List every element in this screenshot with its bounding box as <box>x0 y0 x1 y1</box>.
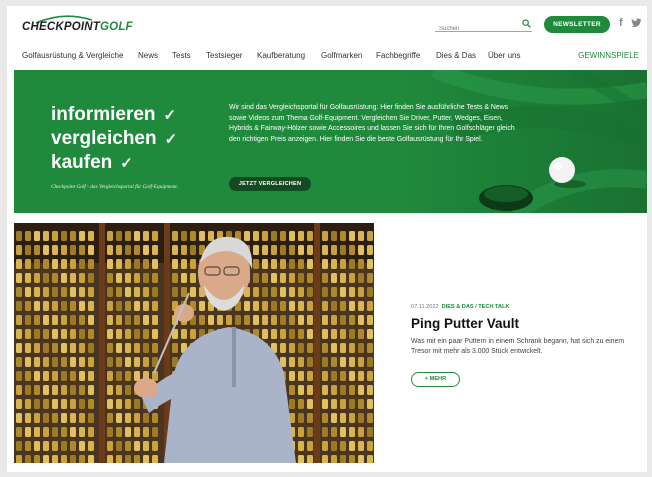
more-button[interactable]: + MEHR <box>411 372 460 387</box>
nav-item-ueber-uns[interactable]: Über uns <box>488 51 520 60</box>
hero-word-informieren: informieren ✓ <box>51 104 177 125</box>
logo-text: CHECKPOINTGOLF <box>22 21 133 33</box>
site-header: CHECKPOINTGOLF NEWSLETTER f <box>7 6 647 40</box>
search-input[interactable] <box>435 23 519 35</box>
article-category[interactable]: DIES & DAS / TECH TALK <box>442 304 510 310</box>
compare-now-button[interactable]: JETZT VERGLEICHEN <box>229 177 311 191</box>
nav-item-fachbegriffe[interactable]: Fachbegriffe <box>376 51 420 60</box>
nav-item-kaufberatung[interactable]: Kaufberatung <box>257 51 305 60</box>
check-icon: ✓ <box>163 107 177 124</box>
page: CHECKPOINTGOLF NEWSLETTER f Golfausrüstu… <box>7 6 647 472</box>
nav-item-news[interactable]: News <box>138 51 158 60</box>
nav-item-golfmarken[interactable]: Golfmarken <box>321 51 362 60</box>
golf-ball-icon <box>549 157 575 183</box>
hero-description: Wir sind das Vergleichsportal für Golfau… <box>229 104 515 143</box>
search-box <box>435 17 532 35</box>
hero-tagline: Checkpoint Golf - das Vergleichsportal f… <box>51 184 179 190</box>
article-image[interactable] <box>14 223 374 463</box>
nav-item-gewinnspiele[interactable]: GEWINNSPIELE <box>578 51 639 60</box>
main-navigation: Golfausrüstung & Vergleiche News Tests T… <box>7 42 647 70</box>
nav-item-golfausruestung[interactable]: Golfausrüstung & Vergleiche <box>22 51 123 60</box>
check-icon: ✓ <box>164 131 178 148</box>
hero-word-vergleichen: vergleichen ✓ <box>51 128 178 149</box>
putter-vault-photo <box>14 223 374 463</box>
site-logo[interactable]: CHECKPOINTGOLF <box>22 14 133 36</box>
hero-word-kaufen: kaufen ✓ <box>51 152 133 173</box>
nav-item-tests[interactable]: Tests <box>172 51 191 60</box>
newsletter-button[interactable]: NEWSLETTER <box>544 16 610 33</box>
check-icon: ✓ <box>120 155 133 172</box>
article-date: 07.11.2022 <box>411 304 439 310</box>
hero-banner: informieren ✓ vergleichen ✓ kaufen ✓ Checkp… <box>14 70 647 213</box>
featured-article: 07.11.2022 DIES & DAS / TECH TALK Ping Pu… <box>411 304 643 357</box>
nav-item-dies-das[interactable]: Dies & Das <box>436 51 476 60</box>
search-icon[interactable] <box>522 19 531 28</box>
nav-item-testsieger[interactable]: Testsieger <box>206 51 242 60</box>
article-teaser: Was mit ein paar Puttern in einem Schran… <box>411 338 625 355</box>
article-title[interactable]: Ping Putter Vault <box>411 316 643 331</box>
article-meta: 07.11.2022 DIES & DAS / TECH TALK <box>411 304 643 310</box>
twitter-icon[interactable] <box>631 18 642 28</box>
facebook-icon[interactable]: f <box>619 17 623 29</box>
